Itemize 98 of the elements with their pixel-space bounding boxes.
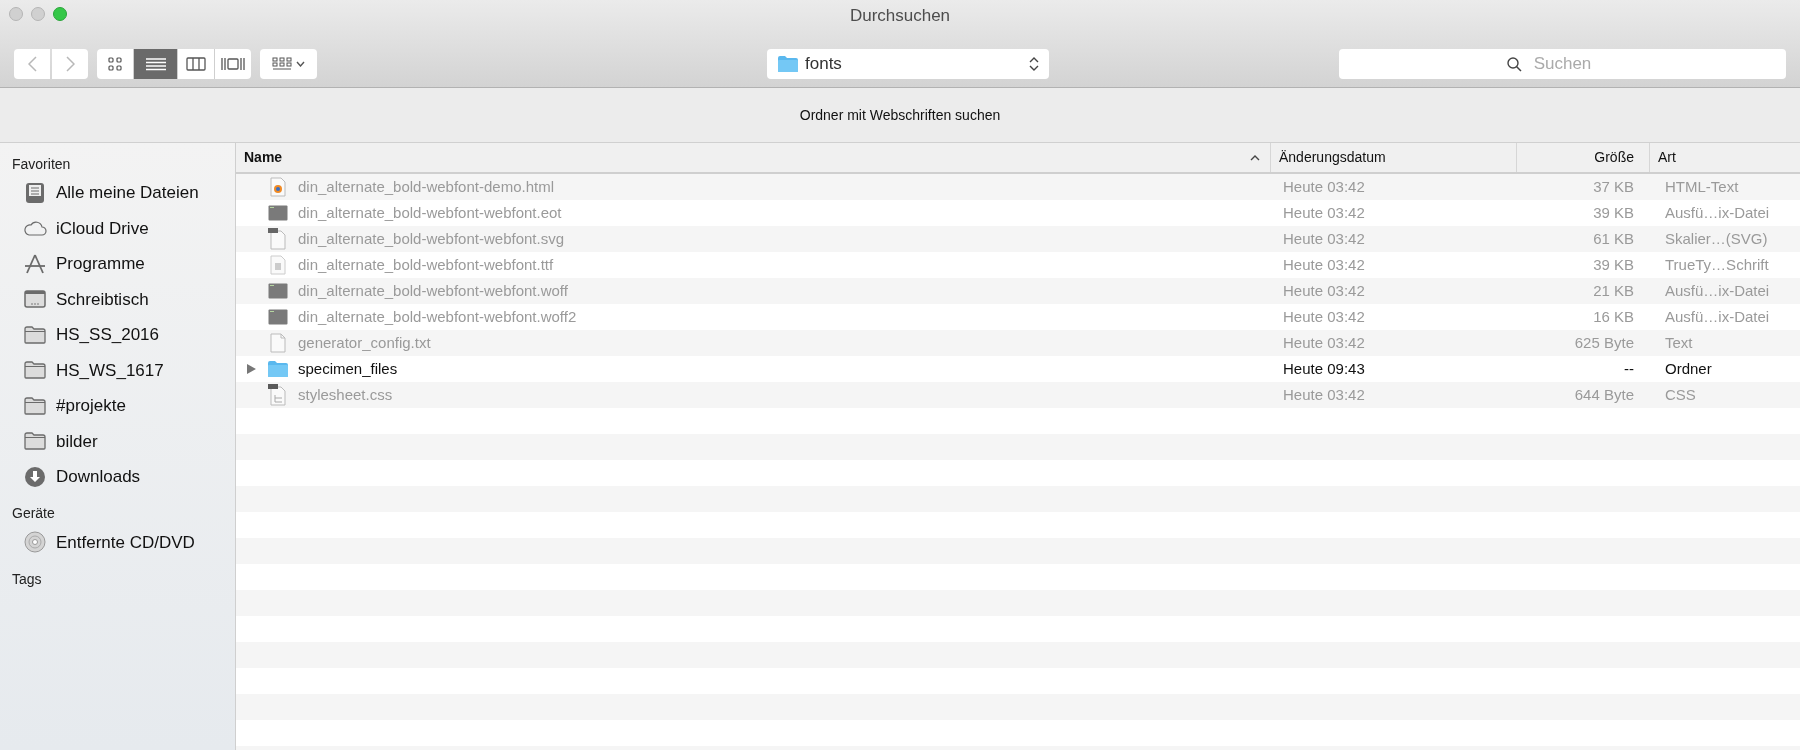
compass-letter-icon [24, 253, 46, 274]
file-kind: Ordner [1664, 358, 1712, 379]
sidebar-item[interactable]: Downloads [12, 459, 223, 495]
arrange-button[interactable] [260, 49, 317, 79]
forward-button[interactable] [52, 49, 88, 79]
modified-date: Heute 03:42 [1282, 384, 1366, 405]
file-size: 39 KB [1592, 254, 1635, 275]
file-name: din_alternate_bold-webfont-webfont.woff2 [298, 306, 577, 327]
modified-date: Heute 03:42 [1282, 332, 1366, 353]
sidebar-item[interactable]: HS_WS_1617 [12, 352, 223, 388]
file-kind: TrueTy…Schrift [1664, 254, 1769, 275]
file-name: din_alternate_bold-webfont-webfont.svg [298, 228, 564, 249]
file-size: 37 KB [1592, 176, 1635, 197]
download-icon [24, 465, 46, 488]
column-header[interactable]: Art [1649, 143, 1800, 172]
view-mode-button[interactable] [178, 49, 214, 79]
file-kind: Text [1664, 332, 1693, 353]
grid-icon [272, 57, 292, 71]
terminal-file-icon [268, 205, 288, 221]
sidebar-item[interactable]: Programme [12, 246, 223, 282]
file-size: 644 Byte [1573, 384, 1635, 405]
file-name: din_alternate_bold-webfont-webfont.eot [298, 202, 562, 223]
disc-icon [24, 531, 46, 554]
file-kind: HTML-Text [1664, 176, 1739, 197]
zoom-button[interactable] [53, 7, 67, 21]
column-header[interactable]: Name [236, 143, 1270, 172]
minimize-button[interactable] [31, 7, 45, 21]
file-kind: CSS [1664, 384, 1696, 405]
view-mode-button[interactable] [97, 49, 133, 79]
folder-icon [24, 361, 46, 380]
chevron-right-icon [65, 56, 75, 72]
search-icon [1507, 57, 1522, 72]
window-title: Durchsuchen [849, 5, 951, 28]
modified-date: Heute 03:42 [1282, 254, 1366, 275]
file-tray-icon [24, 181, 46, 204]
file-size: 21 KB [1592, 280, 1635, 301]
web-document-icon [270, 177, 286, 197]
file-size: -- [1623, 358, 1635, 379]
css-file-icon [268, 384, 288, 406]
view-mode-button[interactable] [215, 49, 251, 79]
modified-date: Heute 03:42 [1282, 202, 1366, 223]
text-file-icon [270, 333, 286, 353]
grid-icon [108, 57, 122, 71]
file-kind: Ausfü…ix-Datei [1664, 202, 1770, 223]
disclosure-triangle-icon[interactable] [246, 364, 256, 374]
sidebar-item[interactable]: Entfernte CD/DVD [12, 524, 223, 560]
file-size: 625 Byte [1573, 332, 1635, 353]
folder-icon [24, 432, 46, 451]
file-kind: Skalier…(SVG) [1664, 228, 1768, 249]
folder-icon [24, 396, 46, 415]
folder-icon [777, 55, 799, 73]
modified-date: Heute 03:42 [1282, 176, 1366, 197]
message-text: Ordner mit Webschriften suchen [799, 105, 1001, 125]
file-size: 61 KB [1592, 228, 1635, 249]
file-kind: Ausfü…ix-Datei [1664, 280, 1770, 301]
modified-date: Heute 03:42 [1282, 228, 1366, 249]
desktop-icon [24, 290, 46, 309]
chevron-left-icon [27, 56, 37, 72]
file-name: din_alternate_bold-webfont-demo.html [298, 176, 554, 197]
sidebar-section-title: Tags [12, 569, 43, 589]
chevron-down-icon [296, 61, 305, 67]
file-size: 16 KB [1592, 306, 1635, 327]
sidebar-section-title: Geräte [12, 504, 56, 523]
terminal-file-icon [268, 283, 288, 299]
modified-date: Heute 09:43 [1282, 358, 1366, 379]
sidebar-item[interactable]: bilder [12, 423, 223, 459]
sidebar-item[interactable]: Schreibtisch [12, 281, 223, 317]
modified-date: Heute 03:42 [1282, 280, 1366, 301]
search-field[interactable]: Suchen [1339, 49, 1786, 79]
file-name: generator_config.txt [298, 332, 431, 353]
svg-file-icon [268, 228, 288, 250]
column-header[interactable]: Größe [1516, 143, 1649, 172]
close-button[interactable] [9, 7, 23, 21]
sidebar-item[interactable]: HS_SS_2016 [12, 317, 223, 353]
cloud-icon [23, 220, 47, 237]
view-mode-button[interactable] [134, 49, 177, 79]
up-down-chevron-icon [1029, 56, 1039, 72]
path-popup[interactable]: fonts [767, 49, 1049, 79]
sidebar-section-title: Favoriten [12, 154, 72, 174]
file-size: 39 KB [1592, 202, 1635, 223]
file-name: stylesheet.css [298, 384, 393, 405]
folder-icon [267, 360, 289, 378]
coverflow-icon [221, 57, 245, 71]
columns-icon [186, 57, 206, 71]
file-name: din_alternate_bold-webfont-webfont.woff [298, 280, 568, 301]
list-icon [145, 57, 166, 71]
sidebar-item[interactable]: #projekte [12, 388, 223, 424]
back-button[interactable] [14, 49, 50, 79]
column-header[interactable]: Änderungsdatum [1270, 143, 1516, 172]
modified-date: Heute 03:42 [1282, 306, 1366, 327]
file-kind: Ausfü…ix-Datei [1664, 306, 1770, 327]
font-file-icon [270, 255, 286, 275]
file-name: specimen_files [298, 358, 398, 379]
sidebar-item[interactable]: iCloud Drive [12, 210, 223, 246]
terminal-file-icon [268, 309, 288, 325]
folder-icon [24, 325, 46, 344]
file-name: din_alternate_bold-webfont-webfont.ttf [298, 254, 554, 275]
sidebar-item[interactable]: Alle meine Dateien [12, 175, 223, 211]
